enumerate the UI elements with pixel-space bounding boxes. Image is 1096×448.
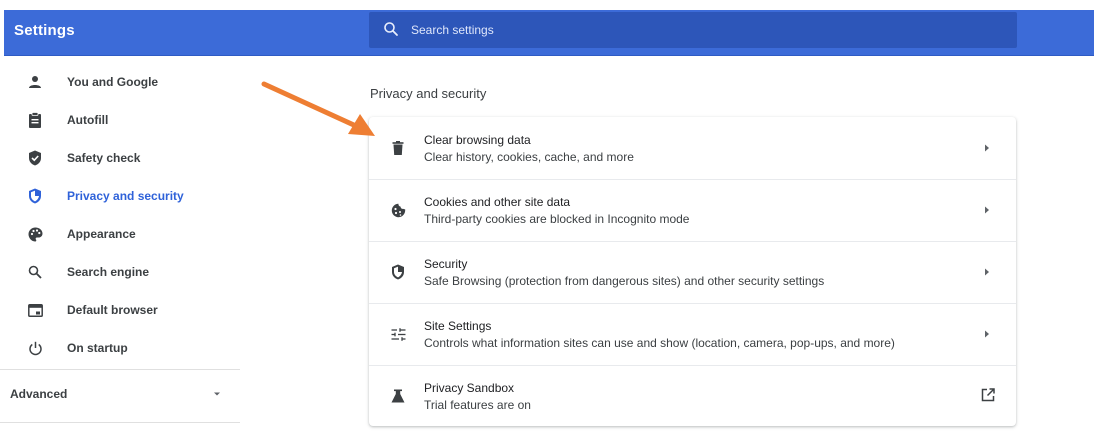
clipboard-icon <box>26 111 44 129</box>
sidebar-item-label: Safety check <box>67 151 141 165</box>
search-icon <box>384 22 398 36</box>
sidebar-item-label: Appearance <box>67 227 136 241</box>
sidebar-item-label: Default browser <box>67 303 158 317</box>
trash-icon <box>389 139 407 157</box>
sidebar-item-label: Privacy and security <box>67 189 184 203</box>
sidebar-divider <box>0 422 240 423</box>
row-security[interactable]: Security Safe Browsing (protection from … <box>369 241 1016 303</box>
header: Settings <box>0 0 1096 56</box>
chevron-right-icon <box>985 268 989 276</box>
shield-half-icon <box>26 187 44 205</box>
row-subtitle: Controls what information sites can use … <box>424 336 895 350</box>
sidebar-item-label: Search engine <box>67 265 150 279</box>
annotation-arrow-icon <box>261 81 375 136</box>
external-link-icon <box>981 388 995 402</box>
sidebar-divider <box>0 369 240 370</box>
row-title: Security <box>424 257 468 271</box>
row-title: Clear browsing data <box>424 133 531 147</box>
browser-window-icon <box>26 301 44 319</box>
header-bar: Settings <box>4 10 1094 56</box>
row-site-settings[interactable]: Site Settings Controls what information … <box>369 303 1016 365</box>
sidebar-item-label: On startup <box>67 341 128 355</box>
search-input[interactable] <box>411 12 1001 48</box>
advanced-label: Advanced <box>10 387 68 401</box>
chevron-right-icon <box>985 330 989 338</box>
row-subtitle: Clear history, cookies, cache, and more <box>424 150 634 164</box>
search-icon <box>26 263 44 281</box>
row-title: Cookies and other site data <box>424 195 571 209</box>
row-clear-browsing-data[interactable]: Clear browsing data Clear history, cooki… <box>369 117 1016 179</box>
palette-icon <box>26 225 44 243</box>
sidebar-item-search-engine[interactable]: Search engine <box>0 254 240 290</box>
header-top-strip <box>0 0 1096 10</box>
sidebar-item-appearance[interactable]: Appearance <box>0 216 240 252</box>
sidebar-item-label: You and Google <box>67 75 159 89</box>
power-icon <box>26 339 44 357</box>
sidebar-item-label: Autofill <box>67 113 109 127</box>
row-subtitle: Trial features are on <box>424 398 531 412</box>
chevron-right-icon <box>985 144 989 152</box>
row-title: Privacy Sandbox <box>424 381 515 395</box>
row-title: Site Settings <box>424 319 492 333</box>
sidebar: You and Google Autofill Safety check Pri… <box>0 64 240 448</box>
settings-page: Settings You and Google Autofill <box>0 0 1096 448</box>
person-icon <box>26 73 44 91</box>
chevron-right-icon <box>985 206 989 214</box>
sidebar-item-you-and-google[interactable]: You and Google <box>0 64 240 100</box>
privacy-settings-card: Clear browsing data Clear history, cooki… <box>369 117 1016 426</box>
sidebar-item-autofill[interactable]: Autofill <box>0 102 240 138</box>
row-privacy-sandbox[interactable]: Privacy Sandbox Trial features are on <box>369 365 1016 427</box>
chevron-down-icon <box>214 392 220 396</box>
search-box[interactable] <box>369 12 1017 48</box>
sidebar-item-safety-check[interactable]: Safety check <box>0 140 240 176</box>
sliders-icon <box>389 325 407 343</box>
row-cookies[interactable]: Cookies and other site data Third-party … <box>369 179 1016 241</box>
sidebar-item-privacy-and-security[interactable]: Privacy and security <box>0 178 240 214</box>
bottom-edge <box>0 444 1096 448</box>
sidebar-advanced-toggle[interactable]: Advanced <box>0 376 240 412</box>
row-subtitle: Safe Browsing (protection from dangerous… <box>424 274 825 288</box>
flask-icon <box>389 387 407 405</box>
shield-half-icon <box>389 263 407 281</box>
cookie-icon <box>389 201 407 219</box>
page-title: Settings <box>14 22 75 39</box>
sidebar-item-default-browser[interactable]: Default browser <box>0 292 240 328</box>
sidebar-item-on-startup[interactable]: On startup <box>0 330 240 366</box>
row-subtitle: Third-party cookies are blocked in Incog… <box>424 212 690 226</box>
shield-check-icon <box>26 149 44 167</box>
